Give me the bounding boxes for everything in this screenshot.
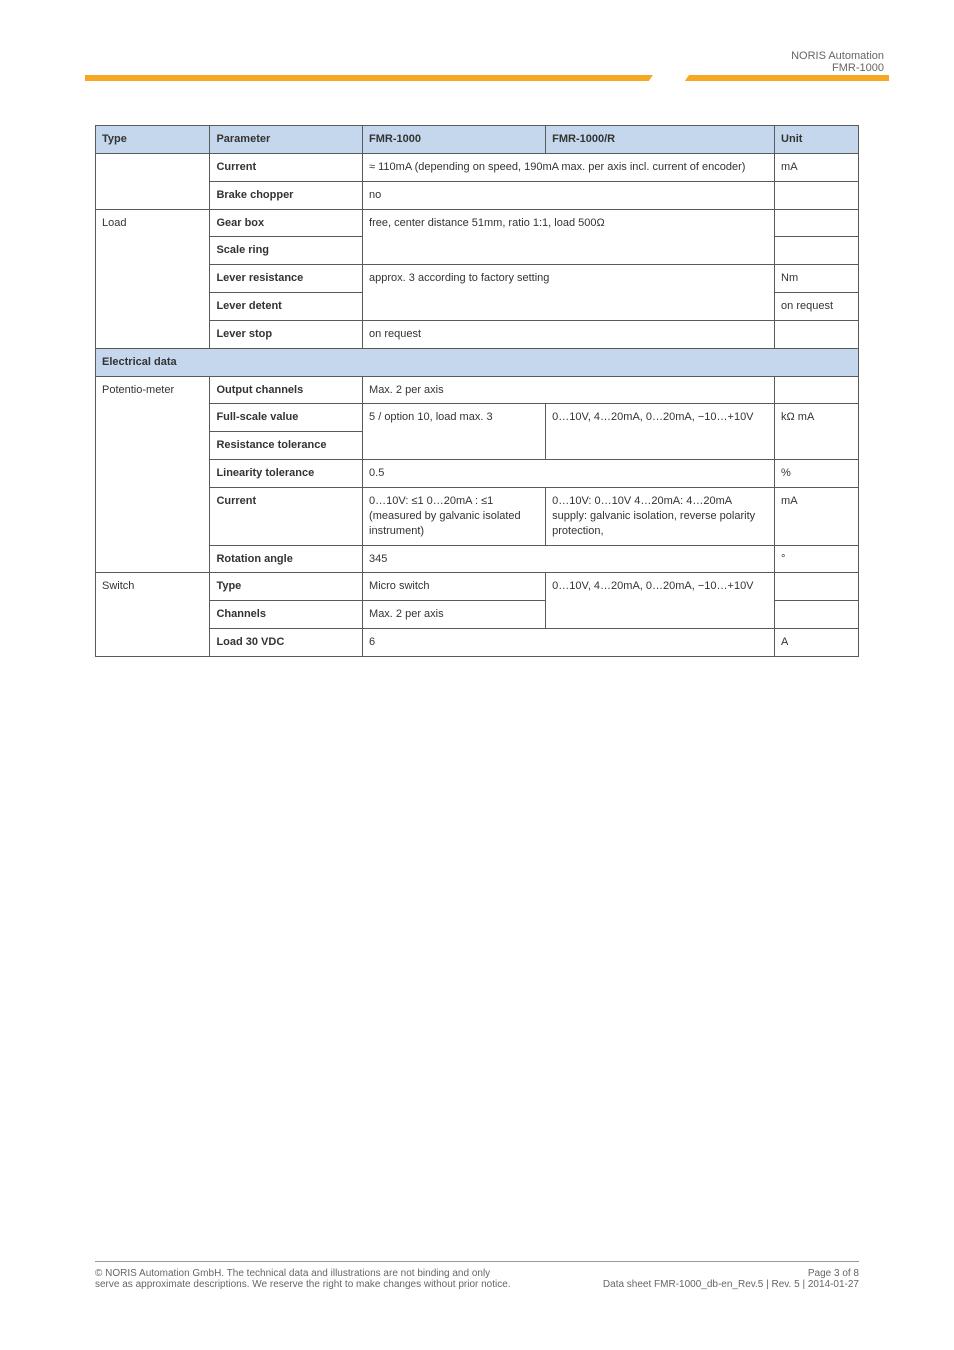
cell-type bbox=[96, 153, 210, 209]
cell-type: Load bbox=[96, 209, 210, 348]
cell-unit bbox=[775, 181, 859, 209]
cell-type: Switch bbox=[96, 573, 210, 657]
cell-unit: kΩ mA bbox=[775, 404, 859, 460]
cell-unit: Nm bbox=[775, 265, 859, 293]
cell-param: Current bbox=[210, 153, 363, 181]
cell-param: Gear box bbox=[210, 209, 363, 237]
col-type: Type bbox=[96, 126, 210, 154]
cell-value: Micro switch bbox=[363, 573, 546, 601]
col-fmr1000r: FMR-1000/R bbox=[546, 126, 775, 154]
cell-param: Output channels bbox=[210, 376, 363, 404]
cell-param: Lever stop bbox=[210, 320, 363, 348]
cell-param: Resistance tolerance bbox=[210, 432, 363, 460]
cell-value: 0…10V: ≤1 0…20mA : ≤1 (measured by galva… bbox=[363, 487, 546, 545]
cell-param: Rotation angle bbox=[210, 545, 363, 573]
cell-unit: mA bbox=[775, 487, 859, 545]
cell-value: 0…10V: 0…10V 4…20mA: 4…20mA supply: galv… bbox=[546, 487, 775, 545]
cell-unit: A bbox=[775, 629, 859, 657]
cell-unit bbox=[775, 601, 859, 629]
footer-pageinfo: Page 3 of 8 Data sheet FMR-1000_db-en_Re… bbox=[603, 1268, 859, 1290]
col-unit: Unit bbox=[775, 126, 859, 154]
cell-param: Channels bbox=[210, 601, 363, 629]
cell-value: Max. 2 per axis bbox=[363, 376, 775, 404]
cell-unit: mA bbox=[775, 153, 859, 181]
cell-param: Brake chopper bbox=[210, 181, 363, 209]
footer-copyright: © NORIS Automation GmbH. The technical d… bbox=[95, 1268, 515, 1290]
page-footer: © NORIS Automation GmbH. The technical d… bbox=[95, 1261, 859, 1290]
cell-param: Linearity tolerance bbox=[210, 460, 363, 488]
col-fmr1000: FMR-1000 bbox=[363, 126, 546, 154]
cell-param: Lever resistance bbox=[210, 265, 363, 293]
cell-value: approx. 3 according to factory setting bbox=[363, 265, 775, 321]
cell-value: 0.5 bbox=[363, 460, 775, 488]
cell-unit bbox=[775, 320, 859, 348]
cell-param: Lever detent bbox=[210, 293, 363, 321]
cell-unit bbox=[775, 573, 859, 601]
col-parameter: Parameter bbox=[210, 126, 363, 154]
cell-param: Scale ring bbox=[210, 237, 363, 265]
cell-value: 6 bbox=[363, 629, 775, 657]
cell-unit bbox=[775, 376, 859, 404]
cell-unit bbox=[775, 209, 859, 237]
cell-unit: % bbox=[775, 460, 859, 488]
cell-param: Type bbox=[210, 573, 363, 601]
cell-value: on request bbox=[363, 320, 775, 348]
cell-unit: ° bbox=[775, 545, 859, 573]
cell-value: no bbox=[363, 181, 775, 209]
section-electrical: Electrical data bbox=[96, 348, 859, 376]
header-brand: NORIS Automation FMR-1000 bbox=[791, 50, 884, 74]
cell-unit bbox=[775, 237, 859, 265]
spec-table: Type Parameter FMR-1000 FMR-1000/R Unit … bbox=[95, 125, 859, 657]
cell-unit: on request bbox=[775, 293, 859, 321]
cell-type: Potentio-meter bbox=[96, 376, 210, 573]
cell-value: 345 bbox=[363, 545, 775, 573]
cell-value: ≈ 110mA (depending on speed, 190mA max. … bbox=[363, 153, 775, 181]
cell-value: Max. 2 per axis bbox=[363, 601, 546, 629]
cell-value: 0…10V, 4…20mA, 0…20mA, −10…+10V bbox=[546, 404, 775, 460]
cell-value: 5 / option 10, load max. 3 bbox=[363, 404, 546, 460]
cell-value: free, center distance 51mm, ratio 1:1, l… bbox=[363, 209, 775, 265]
cell-param: Current bbox=[210, 487, 363, 545]
cell-value: 0…10V, 4…20mA, 0…20mA, −10…+10V bbox=[546, 573, 775, 629]
cell-param: Load 30 VDC bbox=[210, 629, 363, 657]
cell-param: Full-scale value bbox=[210, 404, 363, 432]
